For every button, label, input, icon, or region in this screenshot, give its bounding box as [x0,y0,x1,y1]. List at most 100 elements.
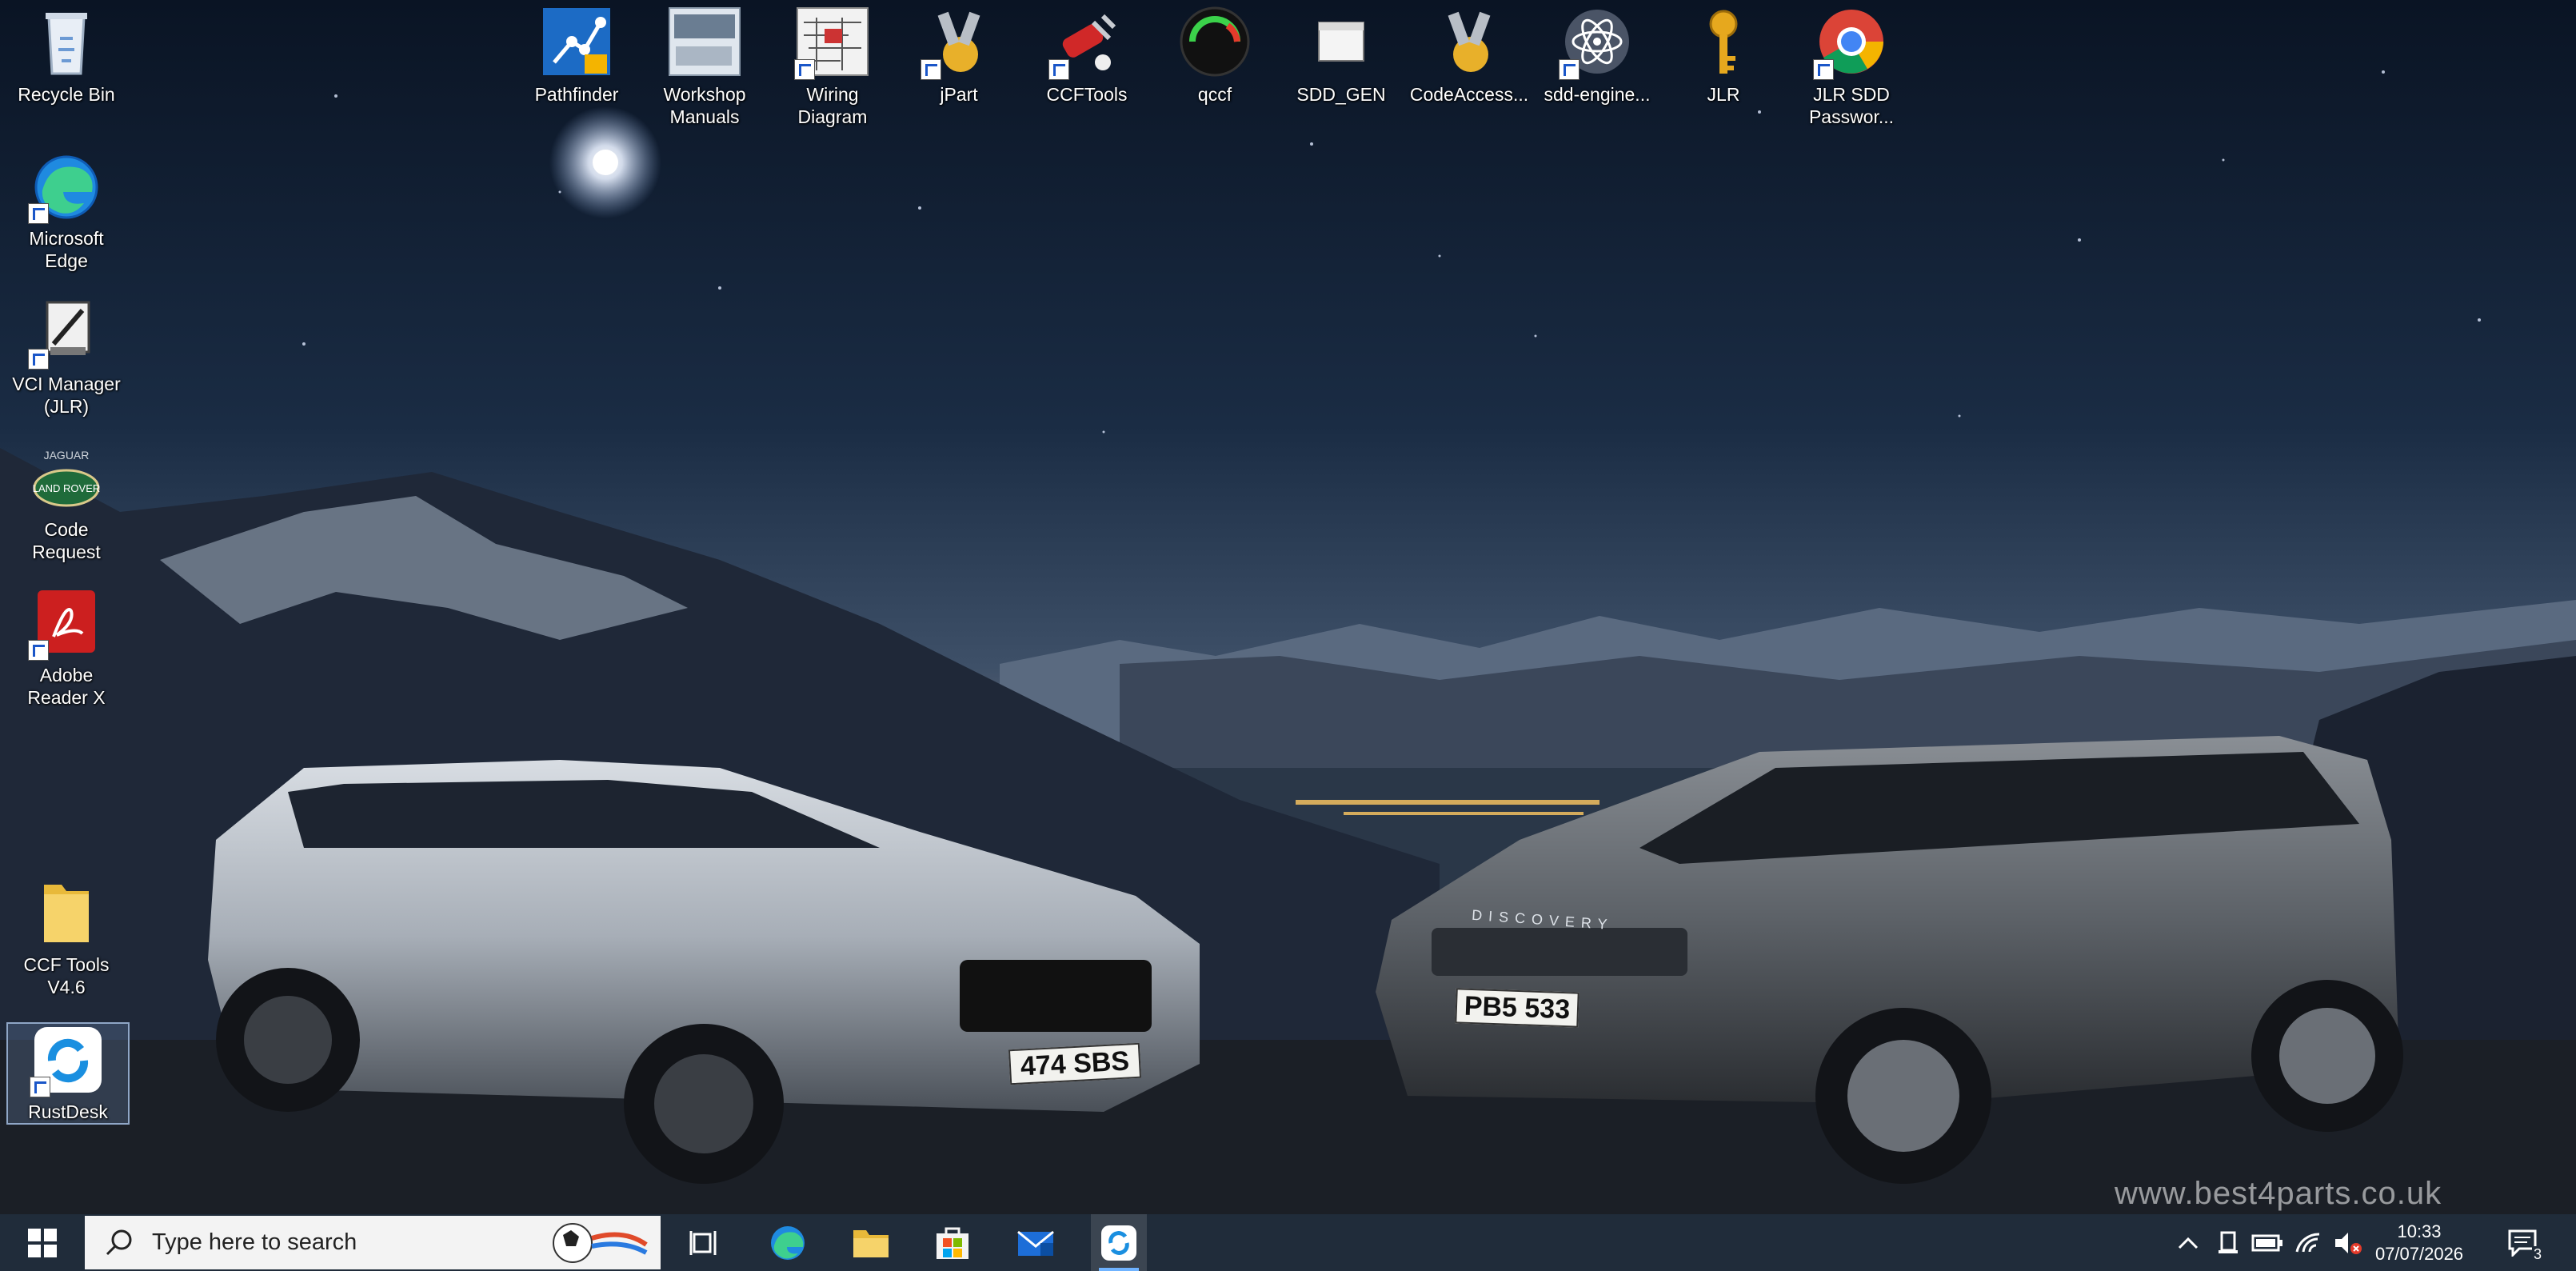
pathfinder-icon [537,6,617,80]
desktop-icon-label: Wiring Diagram [797,84,868,127]
search-highlight-icon [553,1222,648,1263]
svg-text:JAGUAR: JAGUAR [44,449,90,462]
edge-icon [771,1225,805,1260]
show-hidden-icons-button[interactable] [2172,1214,2204,1271]
sdd-gen-desktop-icon[interactable]: SDD_GEN [1281,6,1401,106]
chevron-up-icon [2178,1237,2199,1249]
atom-icon [1557,6,1637,80]
desktop-icon-label: CCF Tools V4.6 [23,954,110,997]
desktop-icon-label: JLR [1707,84,1740,105]
wiring-diagram-desktop-icon[interactable]: Wiring Diagram [773,6,893,128]
desktop[interactable]: 474 SBS PB5 533 DISCOVERY www.best4parts… [0,0,2576,1214]
vci-manager-icon [26,296,106,370]
app-window-icon [1301,6,1381,80]
taskbar-mail-button[interactable] [1008,1214,1064,1271]
shortcut-arrow-icon [1813,59,1834,80]
codeaccess-desktop-icon[interactable]: CodeAccess... [1409,6,1529,106]
desktop-icon-label: Pathfinder [534,84,619,105]
shortcut-arrow-icon [794,59,815,80]
rustdesk-icon [1101,1225,1136,1261]
edge-desktop-icon[interactable]: Microsoft Edge [6,150,126,272]
jpart-desktop-icon[interactable]: jPart [899,6,1019,106]
clock-time: 10:33 [2397,1221,2442,1241]
desktop-icon-label: RustDesk [28,1101,108,1122]
wiring-diagram-icon [793,6,873,80]
notification-center-button[interactable]: 3 [2495,1214,2551,1271]
start-button[interactable] [0,1214,85,1271]
taskbar: Type here to search 10:33 07/07/2026 3 [0,1214,2576,1271]
adobe-reader-icon [26,587,106,661]
taskbar-file-explorer-button[interactable] [843,1214,899,1271]
folder-icon [853,1229,889,1257]
notification-count-badge: 3 [2531,1246,2543,1263]
rustdesk-desktop-icon[interactable]: RustDesk [6,1022,130,1125]
land-rover-jaguar-icon: JAGUAR LAND ROVER [26,442,106,515]
left-car-plate: 474 SBS [1008,1042,1142,1085]
taskbar-edge-button[interactable] [760,1214,816,1271]
recycle-bin-icon [26,6,106,80]
desktop-icon-label: Recycle Bin [18,84,115,105]
engine-pistons-icon [919,6,999,80]
sdd-engine-desktop-icon[interactable]: sdd-engine... [1537,6,1657,106]
desktop-icon-label: JLR SDD Passwor... [1808,84,1895,127]
taskbar-rustdesk-button[interactable] [1091,1214,1147,1271]
shortcut-arrow-icon [28,349,49,370]
jlr-desktop-icon[interactable]: JLR [1663,6,1783,106]
desktop-icon-label: sdd-engine... [1544,84,1651,105]
clock-button[interactable]: 10:33 07/07/2026 [2372,1214,2466,1271]
shortcut-arrow-icon [921,59,941,80]
device-icon [2219,1231,2238,1253]
recycle-bin-desktop-icon[interactable]: Recycle Bin [6,6,126,106]
right-car-plate: PB5 533 [1455,988,1580,1028]
tray-battery-button[interactable] [2249,1214,2286,1271]
search-icon [106,1229,132,1255]
shortcut-arrow-icon [1048,59,1069,80]
task-view-button[interactable] [677,1214,733,1271]
desktop-icon-label: CCFTools [1046,84,1128,105]
ccftools-desktop-icon[interactable]: CCFTools [1027,6,1147,106]
tray-volume-button[interactable] [2330,1214,2366,1271]
desktop-icon-label: CodeAccess... [1409,84,1529,105]
shortcut-arrow-icon [30,1077,50,1097]
windows-logo-icon [28,1228,57,1257]
shortcut-arrow-icon [1559,59,1580,80]
pathfinder-desktop-icon[interactable]: Pathfinder [517,6,637,106]
mail-icon [1017,1230,1054,1256]
shortcut-arrow-icon [28,640,49,661]
task-view-icon [689,1230,717,1255]
wallpaper-watermark: www.best4parts.co.uk [2115,1176,2442,1211]
ccf-tools-folder-desktop-icon[interactable]: CCF Tools V4.6 [6,877,126,998]
taskbar-store-button[interactable] [925,1214,980,1271]
tools-icon [1047,6,1127,80]
rustdesk-icon [28,1024,108,1097]
gauge-icon [1175,6,1255,80]
code-request-desktop-icon[interactable]: JAGUAR LAND ROVER Code Request [6,442,126,563]
clock-date: 07/07/2026 [2374,1243,2464,1264]
chrome-icon [1811,6,1891,80]
store-icon [937,1227,968,1259]
adobe-reader-desktop-icon[interactable]: Adobe Reader X [6,587,126,709]
search-placeholder: Type here to search [152,1229,357,1255]
desktop-icon-label: Workshop Manuals [663,84,746,127]
search-box[interactable]: Type here to search [85,1216,661,1269]
tray-wifi-button[interactable] [2290,1214,2326,1271]
qccf-desktop-icon[interactable]: qccf [1155,6,1275,106]
desktop-icon-label: qccf [1197,84,1232,105]
desktop-icon-label: VCI Manager (JLR) [12,374,121,417]
desktop-icon-label: SDD_GEN [1296,84,1386,105]
jlr-sdd-password-desktop-icon[interactable]: JLR SDD Passwor... [1791,6,1911,128]
folder-icon [26,877,106,950]
workshop-manuals-desktop-icon[interactable]: Workshop Manuals [645,6,765,128]
active-app-indicator [1099,1268,1139,1271]
tray-device-button[interactable] [2212,1214,2244,1271]
shortcut-arrow-icon [28,203,49,224]
edge-icon [26,150,106,224]
desktop-icon-label: Microsoft Edge [29,228,104,271]
wallpaper [0,0,2576,1214]
desktop-icon-label: jPart [940,84,978,105]
desktop-icon-label: Code Request [32,519,101,562]
engine-pistons-icon [1429,6,1509,80]
desktop-icon-label: Adobe Reader X [27,665,106,708]
workshop-manuals-icon [665,6,745,80]
vci-manager-desktop-icon[interactable]: VCI Manager (JLR) [6,296,126,418]
